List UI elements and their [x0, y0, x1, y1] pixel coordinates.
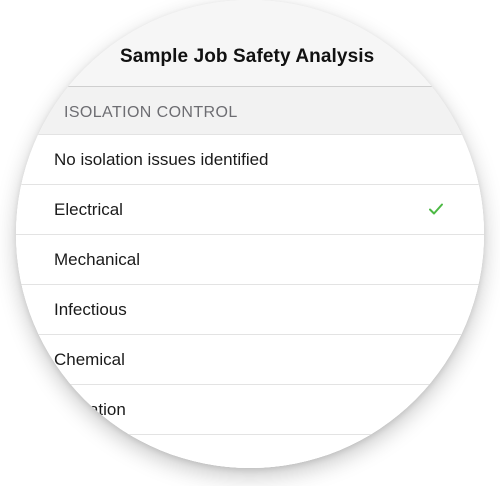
option-label: Chemical: [54, 350, 125, 369]
app-screen: Sample Job Safety Analysis ISOLATION CON…: [16, 0, 484, 468]
option-label: Radiation: [54, 400, 126, 419]
option-label: Infectious: [54, 300, 127, 319]
option-chemical[interactable]: Chemical: [16, 334, 484, 384]
option-label: No isolation issues identified: [54, 150, 269, 169]
navigation-bar: Sample Job Safety Analysis: [16, 0, 484, 87]
isolation-options-list: No isolation issues identified Electrica…: [16, 134, 484, 468]
section-header: ISOLATION CONTROL: [16, 87, 484, 134]
magnifier-lens: Sample Job Safety Analysis ISOLATION CON…: [16, 0, 484, 468]
option-label: Other isolation: [54, 450, 164, 468]
option-no-isolation-issues[interactable]: No isolation issues identified: [16, 134, 484, 184]
page: Sample Job Safety Analysis ISOLATION CON…: [0, 0, 500, 486]
option-electrical[interactable]: Electrical: [16, 184, 484, 234]
option-other-isolation[interactable]: Other isolation: [16, 434, 484, 468]
checkmark-icon: [429, 203, 443, 215]
option-mechanical[interactable]: Mechanical: [16, 234, 484, 284]
option-radiation[interactable]: Radiation: [16, 384, 484, 434]
option-label: Mechanical: [54, 250, 140, 269]
option-label: Electrical: [54, 200, 123, 219]
option-infectious[interactable]: Infectious: [16, 284, 484, 334]
page-title: Sample Job Safety Analysis: [120, 46, 375, 67]
section-header-label: ISOLATION CONTROL: [64, 104, 238, 121]
